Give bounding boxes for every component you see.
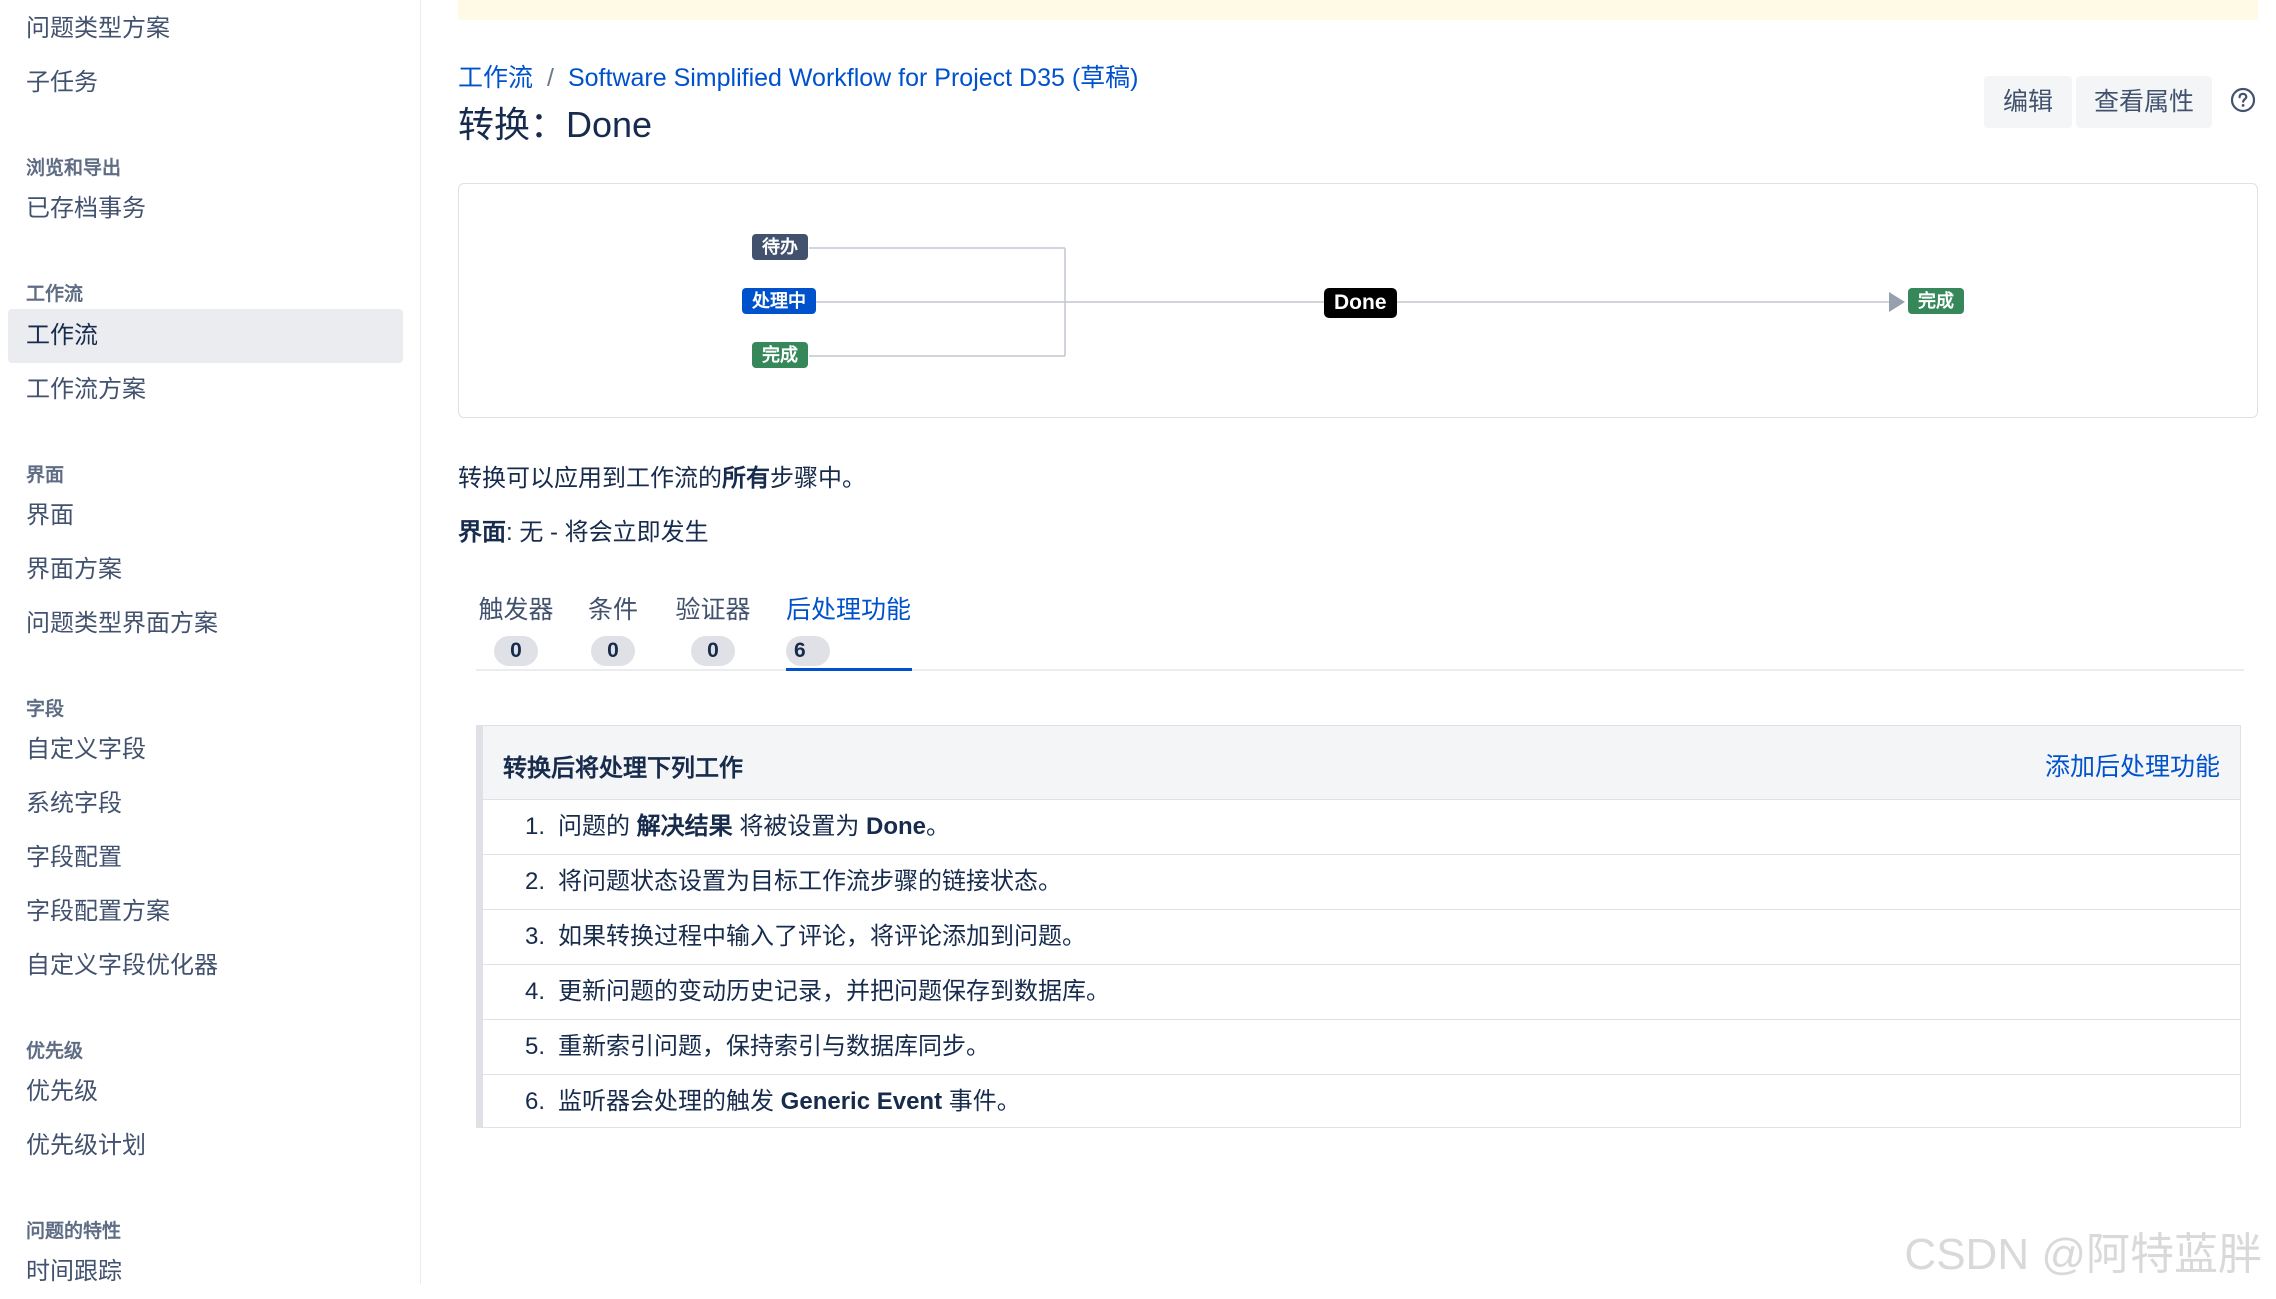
applies-to-all-steps-note: 转换可以应用到工作流的所有步骤中。	[458, 458, 866, 493]
breadcrumb: 工作流 / Software Simplified Workflow for Pro…	[458, 58, 1139, 94]
csdn-watermark: CSDN @阿特蓝胖	[1904, 1230, 2262, 1279]
tab-conditions[interactable]: 条件 0	[586, 590, 640, 666]
tab-post-functions-label: 后处理功能	[786, 596, 912, 624]
question-circle-icon[interactable]	[2230, 87, 2256, 113]
edit-button[interactable]: 编辑	[1984, 76, 2072, 128]
applies-suffix: 步骤中。	[770, 465, 866, 492]
sidebar-heading-fields: 字段	[26, 699, 65, 720]
item-text: 监听器会处理的触发 Generic Event 事件。	[558, 1075, 1021, 1129]
transition-diagram: 待办 处理中 完成 Done 完成	[458, 183, 2258, 418]
tab-post-functions-count: 6	[786, 636, 830, 666]
sidebar-heading-screens: 界面	[26, 465, 65, 486]
status-inprogress-lozenge: 处理中	[742, 288, 816, 314]
screen-value: : 无 - 将会立即发生	[506, 519, 709, 546]
screen-note: 界面: 无 - 将会立即发生	[458, 512, 709, 547]
transition-name: Done	[1334, 291, 1387, 314]
item-text-part: 问题的	[558, 813, 637, 840]
post-function-item-1: 1. 问题的 解决结果 将被设置为 Done。	[483, 800, 2240, 855]
screen-label: 界面	[458, 519, 506, 546]
tabs-divider	[476, 669, 2244, 671]
item-text-part: 将被设置为	[732, 813, 867, 840]
status-todo-lozenge: 待办	[752, 234, 808, 260]
applies-prefix: 转换可以应用到工作流的	[458, 465, 722, 492]
applies-bold: 所有	[722, 465, 770, 492]
post-functions-panel: 转换后将处理下列工作 添加后处理功能 1. 问题的 解决结果 将被设置为 Don…	[476, 725, 2241, 1128]
draft-warning-banner	[458, 0, 2258, 20]
tab-conditions-label: 条件	[587, 596, 638, 624]
breadcrumb-workflows-link[interactable]: 工作流	[458, 64, 533, 92]
sidebar-item-workflows[interactable]: 工作流	[8, 309, 403, 363]
sidebar-item-issue-type-schemes[interactable]: 问题类型方案	[8, 2, 403, 56]
sidebar-heading-priorities: 优先级	[26, 1041, 84, 1062]
sidebar-item-field-configurations[interactable]: 字段配置	[8, 831, 403, 885]
breadcrumb-separator: /	[547, 64, 554, 92]
item-bold-resolution: 解决结果	[636, 813, 733, 840]
sidebar-item-custom-field-optimizer[interactable]: 自定义字段优化器	[8, 939, 403, 993]
tab-validators-label: 验证器	[675, 596, 751, 624]
tab-triggers-count: 0	[494, 636, 538, 666]
post-function-item-4: 4. 更新问题的变动历史记录，并把问题保存到数据库。	[483, 965, 2240, 1020]
sidebar-item-issue-type-screen-schemes[interactable]: 问题类型界面方案	[8, 597, 403, 651]
sidebar-item-archived-issues[interactable]: 已存档事务	[8, 182, 403, 236]
item-number: 5.	[524, 1033, 545, 1060]
sidebar-item-system-fields[interactable]: 系统字段	[8, 777, 403, 831]
item-number: 3.	[524, 923, 545, 950]
sidebar-item-priorities[interactable]: 优先级	[8, 1065, 403, 1119]
sidebar-item-time-tracking[interactable]: 时间跟踪	[8, 1245, 403, 1299]
post-function-item-2: 2. 将问题状态设置为目标工作流步骤的链接状态。	[483, 855, 2240, 910]
sidebar-item-custom-fields[interactable]: 自定义字段	[8, 723, 403, 777]
status-inprogress-label: 处理中	[752, 291, 806, 311]
sidebar-item-field-configuration-schemes[interactable]: 字段配置方案	[8, 885, 403, 939]
item-text: 如果转换过程中输入了评论，将评论添加到问题。	[558, 923, 1086, 950]
page-title: 转换：Done	[458, 104, 653, 145]
active-tab-indicator	[786, 668, 912, 671]
status-done-source-lozenge: 完成	[752, 342, 808, 368]
sidebar-heading-browse-export: 浏览和导出	[26, 158, 122, 179]
item-text-part: 。	[926, 813, 951, 840]
tab-conditions-count: 0	[591, 636, 635, 666]
add-post-function-link[interactable]: 添加后处理功能	[2045, 747, 2220, 783]
item-text-part: 监听器会处理的触发	[558, 1088, 781, 1115]
item-number: 1.	[524, 813, 545, 840]
sidebar-item-screens[interactable]: 界面	[8, 489, 403, 543]
transition-done-box: Done	[1324, 288, 1397, 318]
tab-validators[interactable]: 验证器 0	[673, 590, 753, 666]
sidebar-item-screen-schemes[interactable]: 界面方案	[8, 543, 403, 597]
sidebar-item-subtasks[interactable]: 子任务	[8, 56, 403, 110]
post-functions-header: 转换后将处理下列工作 添加后处理功能	[483, 726, 2240, 800]
item-bold-done: Done	[866, 813, 927, 840]
post-function-item-6: 6. 监听器会处理的触发 Generic Event 事件。	[483, 1075, 2240, 1129]
item-number: 4.	[524, 978, 545, 1005]
item-bold-event: Generic Event	[780, 1088, 943, 1115]
tab-validators-count: 0	[691, 636, 735, 666]
admin-sidebar: 问题类型方案 子任务 浏览和导出 已存档事务 工作流 工作流 工作流方案 界面 …	[0, 0, 421, 1285]
item-text: 将问题状态设置为目标工作流步骤的链接状态。	[558, 868, 1062, 895]
status-done-target-lozenge: 完成	[1908, 288, 1964, 314]
item-text: 更新问题的变动历史记录，并把问题保存到数据库。	[558, 978, 1110, 1005]
sidebar-heading-issue-features: 问题的特性	[26, 1221, 122, 1242]
breadcrumb-workflow-link[interactable]: Software Simplified Workflow for Project…	[568, 64, 1139, 92]
status-done-source-label: 完成	[762, 345, 798, 365]
item-text-part: 事件。	[942, 1088, 1021, 1115]
item-text: 重新索引问题，保持索引与数据库同步。	[558, 1033, 990, 1060]
item-number: 6.	[524, 1088, 545, 1115]
sidebar-item-priority-schemes[interactable]: 优先级计划	[8, 1119, 403, 1173]
item-number: 2.	[524, 868, 545, 895]
tab-post-functions[interactable]: 后处理功能 6	[786, 590, 912, 666]
status-done-target-label: 完成	[1918, 291, 1954, 311]
sidebar-item-workflow-schemes[interactable]: 工作流方案	[8, 363, 403, 417]
view-properties-button[interactable]: 查看属性	[2076, 76, 2212, 128]
status-todo-label: 待办	[762, 237, 798, 257]
item-text: 问题的 解决结果 将被设置为 Done。	[558, 800, 950, 854]
post-function-item-5: 5. 重新索引问题，保持索引与数据库同步。	[483, 1020, 2240, 1075]
tab-triggers-label: 触发器	[478, 596, 554, 624]
post-functions-title: 转换后将处理下列工作	[503, 755, 743, 782]
post-function-item-3: 3. 如果转换过程中输入了评论，将评论添加到问题。	[483, 910, 2240, 965]
tab-triggers[interactable]: 触发器 0	[476, 590, 556, 666]
sidebar-heading-workflows: 工作流	[26, 284, 84, 305]
